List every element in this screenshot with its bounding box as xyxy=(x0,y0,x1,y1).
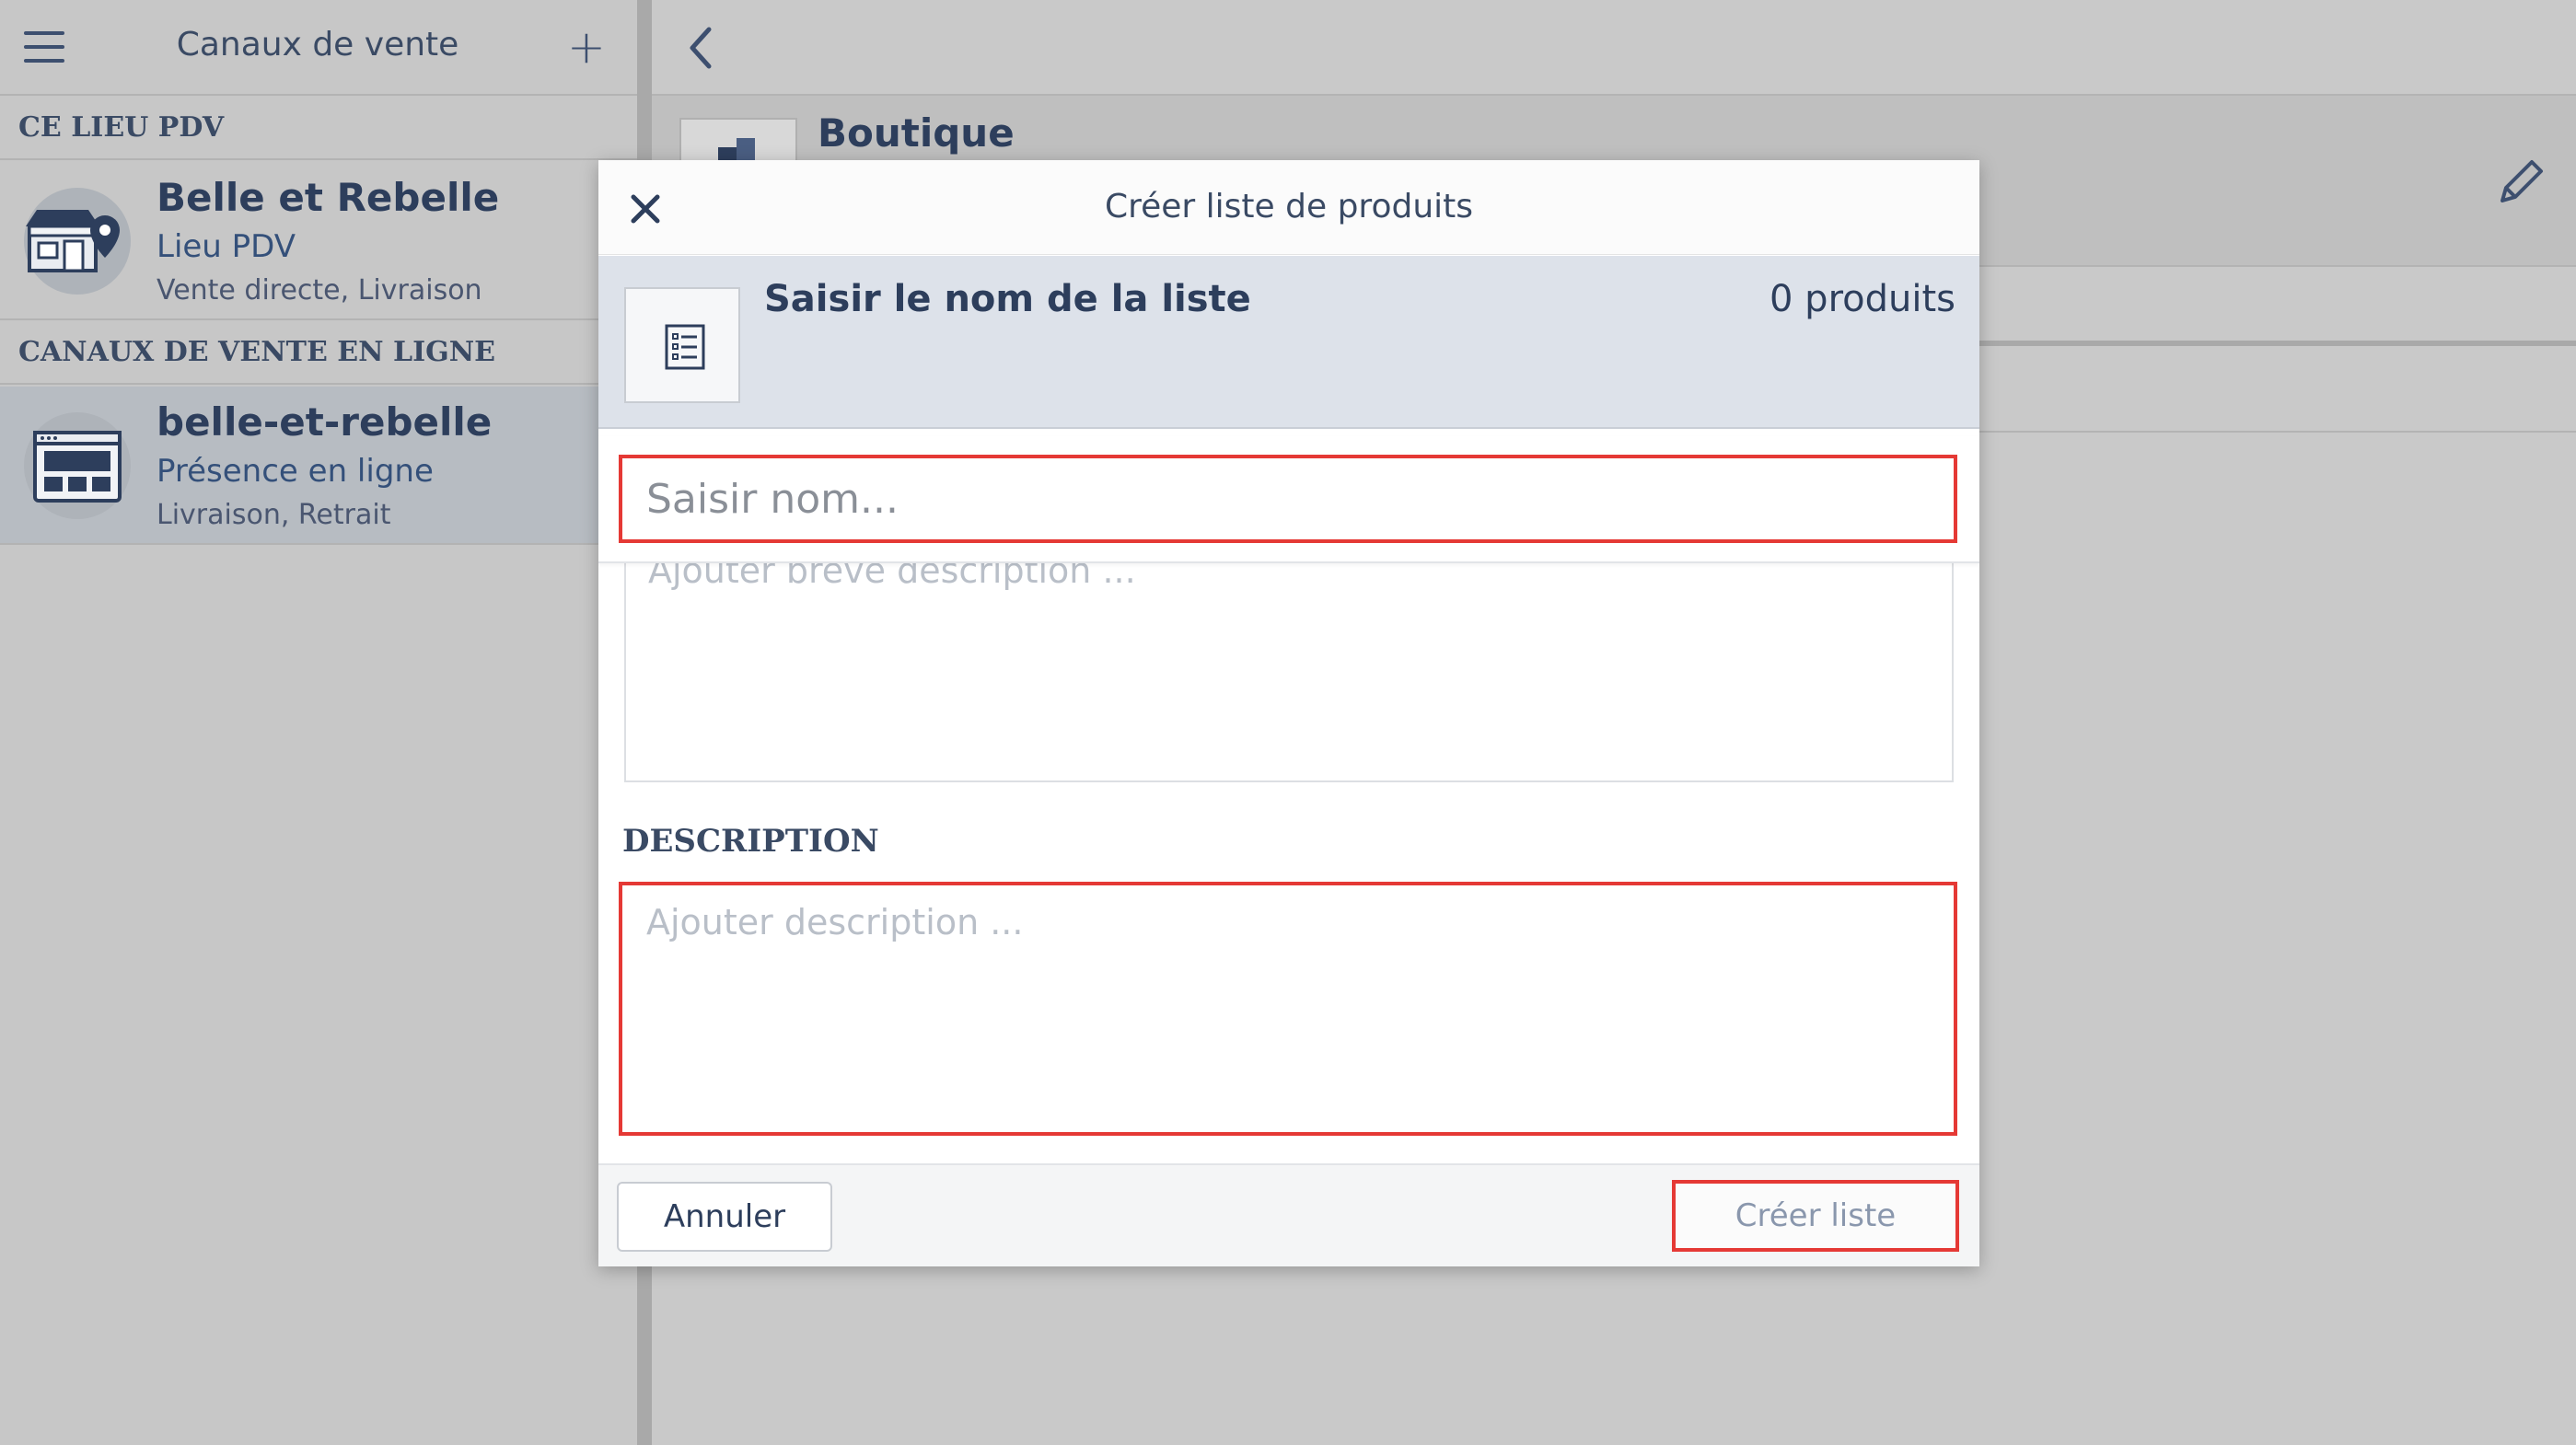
channel-name: Belle et Rebelle xyxy=(157,175,500,220)
pencil-edit-icon[interactable] xyxy=(2493,155,2548,210)
back-chevron-icon[interactable] xyxy=(683,24,720,72)
list-summary: Saisir le nom de la liste 0 produits xyxy=(598,256,1979,429)
create-list-dialog: Créer liste de produits Saisir le nom de… xyxy=(598,160,1979,1266)
channel-item-online[interactable]: belle-et-rebelle Présence en ligne Livra… xyxy=(0,387,637,545)
website-icon xyxy=(24,412,131,519)
channel-type: Lieu PDV xyxy=(157,228,296,265)
list-name-input[interactable] xyxy=(619,455,1957,543)
section-heading-online: CANAUX DE VENTE EN LIGNE xyxy=(0,320,637,385)
list-thumbnail xyxy=(624,287,740,403)
channel-modes: Vente directe, Livraison xyxy=(157,274,482,306)
shop-title: Boutique xyxy=(818,110,1015,156)
product-count: 0 produits xyxy=(1770,278,1955,320)
hamburger-menu-icon[interactable] xyxy=(24,31,66,64)
create-list-button[interactable]: Créer liste xyxy=(1672,1180,1959,1252)
channel-modes: Livraison, Retrait xyxy=(157,499,391,531)
dialog-header: Créer liste de produits xyxy=(598,160,1979,255)
dialog-title: Créer liste de produits xyxy=(1104,188,1474,225)
description-field[interactable] xyxy=(619,882,1957,1136)
channel-item-pos[interactable]: Belle et Rebelle Lieu PDV Vente directe,… xyxy=(0,162,637,320)
section-heading-pos: CE LIEU PDV xyxy=(0,96,637,160)
cancel-button[interactable]: Annuler xyxy=(617,1182,832,1252)
sidebar-header: Canaux de vente + xyxy=(0,0,637,96)
add-channel-icon[interactable]: + xyxy=(563,24,609,70)
description-label: DESCRIPTION xyxy=(622,823,879,860)
close-icon[interactable] xyxy=(630,193,661,225)
list-name-preview: Saisir le nom de la liste xyxy=(764,278,1251,320)
channel-name: belle-et-rebelle xyxy=(157,399,493,445)
channel-type: Présence en ligne xyxy=(157,453,434,490)
store-location-icon xyxy=(24,188,131,295)
dialog-footer: Annuler Créer liste xyxy=(598,1163,1979,1266)
main-header xyxy=(652,0,2576,96)
list-icon xyxy=(665,324,705,370)
sidebar-title: Canaux de vente xyxy=(176,26,459,64)
